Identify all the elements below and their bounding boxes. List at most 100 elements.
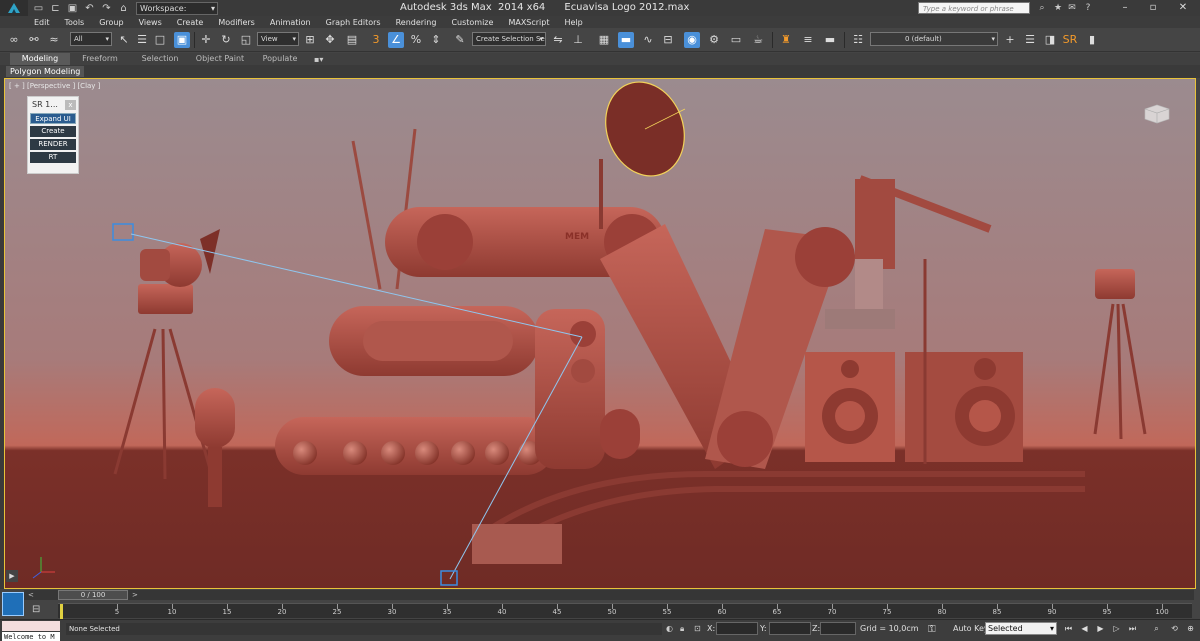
scene-states-icon[interactable]: ♜	[778, 32, 794, 48]
polygon-modeling-panel[interactable]: Polygon Modeling	[6, 66, 85, 77]
menu-modifiers[interactable]: Modifiers	[218, 18, 255, 27]
menu-maxscript[interactable]: MAXScript	[508, 18, 549, 27]
perspective-viewport[interactable]: MEM [+] [Perspective] [Clay]	[4, 78, 1196, 589]
play-animation-icon[interactable]: ▶	[1094, 623, 1107, 635]
current-frame-marker[interactable]	[60, 604, 63, 619]
unlink-icon[interactable]: ⚯	[26, 32, 42, 48]
select-and-rotate-icon[interactable]: ↻	[218, 32, 234, 48]
close-button[interactable]: ✕	[1170, 0, 1196, 16]
project-folder-icon[interactable]: ⌂	[117, 2, 130, 15]
select-object-icon[interactable]: ↖	[116, 32, 132, 48]
select-manipulate-icon[interactable]: ✥	[322, 32, 338, 48]
scene-explorer-icon[interactable]: ≡	[800, 32, 816, 48]
isolate-selection-icon[interactable]: ◐	[666, 624, 673, 633]
window-crossing-icon[interactable]: ▣	[174, 32, 190, 48]
layer-explorer-icon[interactable]: ▦	[596, 32, 612, 48]
material-editor-icon[interactable]: ◉	[684, 32, 700, 48]
new-scene-icon[interactable]: ▭	[32, 2, 45, 15]
rendered-frame-window-icon[interactable]: ▭	[728, 32, 744, 48]
menu-group[interactable]: Group	[99, 18, 123, 27]
snaps-toggle-icon[interactable]: 3	[368, 32, 384, 48]
workspace-dropdown[interactable]: Workspace: Default	[136, 1, 218, 24]
x-coordinate-field[interactable]	[716, 622, 758, 635]
edit-named-selection-icon[interactable]: ✎	[452, 32, 468, 48]
menu-rendering[interactable]: Rendering	[396, 18, 437, 27]
viewport-label[interactable]: [ + ] [Perspective ] [Clay ]	[9, 82, 100, 90]
communication-center-icon[interactable]: ✉	[1066, 2, 1078, 14]
orbit-icon[interactable]: ⟲	[1168, 623, 1181, 635]
undo-icon[interactable]: ↶	[83, 2, 96, 15]
minimize-button[interactable]: –	[1112, 0, 1138, 16]
mini-curve-editor-toggle[interactable]	[2, 592, 24, 616]
angle-snap-icon[interactable]: ∠	[388, 32, 404, 48]
viewport-canvas[interactable]: MEM [+] [Perspective] [Clay]	[5, 79, 1195, 588]
spinner-snap-icon[interactable]: ⇕	[428, 32, 444, 48]
pivot-center-icon[interactable]: ⊞	[302, 32, 318, 48]
tab-modeling[interactable]: Modeling	[10, 53, 70, 65]
select-and-scale-icon[interactable]: ◱	[238, 32, 254, 48]
time-slider-prev-button[interactable]: <	[28, 590, 34, 600]
menu-graph-editors[interactable]: Graph Editors	[326, 18, 381, 27]
sr-button[interactable]: SR	[1062, 32, 1078, 48]
add-to-layer-icon[interactable]: ☰	[1022, 32, 1038, 48]
select-by-name-icon[interactable]: ☰	[134, 32, 150, 48]
schematic-view-icon[interactable]: ⊟	[660, 32, 676, 48]
fridge-render-icon[interactable]: ▮	[1084, 32, 1100, 48]
toggle-ribbon-icon[interactable]: ▬	[618, 32, 634, 48]
time-slider[interactable]: < 0 / 100 >	[24, 590, 1194, 600]
create-button[interactable]: Create	[30, 126, 76, 137]
rt-button[interactable]: RT	[30, 152, 76, 163]
set-key-icon[interactable]: ⚿	[928, 624, 936, 635]
subscription-icon[interactable]: ★	[1052, 2, 1064, 14]
previous-frame-icon[interactable]: ◀	[1078, 623, 1091, 635]
object-display-icon[interactable]: ▬	[822, 32, 838, 48]
menu-edit[interactable]: Edit	[34, 18, 50, 27]
menu-animation[interactable]: Animation	[270, 18, 311, 27]
layer-manager-icon[interactable]: ☷	[850, 32, 866, 48]
tab-object-paint[interactable]: Object Paint	[190, 53, 250, 65]
help-icon[interactable]: ?	[1082, 2, 1094, 14]
y-coordinate-field[interactable]	[769, 622, 811, 635]
curve-editor-icon[interactable]: ∿	[640, 32, 656, 48]
redo-icon[interactable]: ↷	[100, 2, 113, 15]
absolute-mode-icon[interactable]: ⊡	[694, 624, 701, 633]
key-filter-dropdown[interactable]: Selected	[985, 622, 1057, 635]
search-icon[interactable]: ⌕	[1036, 2, 1048, 14]
open-file-icon[interactable]: ⊏	[49, 2, 62, 15]
menu-create[interactable]: Create	[177, 18, 204, 27]
expand-panel-icon[interactable]: ▶	[6, 570, 18, 582]
create-layer-icon[interactable]: +	[1002, 32, 1018, 48]
menu-tools[interactable]: Tools	[65, 18, 85, 27]
named-selection-dropdown[interactable]: Create Selection Se	[472, 32, 546, 46]
maximize-viewport-icon[interactable]: ⊕	[1184, 623, 1197, 635]
link-icon[interactable]: ∞	[6, 32, 22, 48]
maximize-button[interactable]: ▫	[1140, 0, 1166, 16]
go-to-start-icon[interactable]: ⏮	[1062, 623, 1075, 635]
viewcube-icon[interactable]	[1139, 101, 1173, 125]
max-logo-icon[interactable]	[0, 0, 28, 16]
selection-lock-icon[interactable]: 🔒︎	[680, 624, 684, 634]
keyboard-shortcut-override-icon[interactable]: ▤	[344, 32, 360, 48]
z-coordinate-field[interactable]	[820, 622, 856, 635]
menu-views[interactable]: Views	[139, 18, 162, 27]
tab-populate[interactable]: Populate	[250, 53, 310, 65]
mirror-icon[interactable]: ⇋	[550, 32, 566, 48]
select-in-layer-icon[interactable]: ◨	[1042, 32, 1058, 48]
expand-ui-button[interactable]: Expand UI	[30, 113, 76, 124]
render-production-icon[interactable]: ☕	[750, 32, 766, 48]
percent-snap-icon[interactable]: %	[408, 32, 424, 48]
zoom-extents-icon[interactable]: ⌕	[1150, 623, 1163, 635]
go-to-end-icon[interactable]: ⏭	[1126, 623, 1139, 635]
select-and-move-icon[interactable]: ✛	[198, 32, 214, 48]
reference-coordinate-dropdown[interactable]: View	[257, 32, 299, 46]
selection-filter-dropdown[interactable]: All	[70, 32, 112, 46]
time-slider-handle[interactable]: 0 / 100	[58, 590, 128, 600]
ribbon-options-icon[interactable]: ▪▾	[314, 55, 323, 64]
align-icon[interactable]: ⊥	[570, 32, 586, 48]
menu-help[interactable]: Help	[565, 18, 583, 27]
render-button[interactable]: RENDER	[30, 139, 76, 150]
rectangular-selection-icon[interactable]: □	[152, 32, 168, 48]
auto-key-button[interactable]: Auto Key	[953, 624, 989, 633]
tab-selection[interactable]: Selection	[130, 53, 190, 65]
track-bar-icon[interactable]: ⊟	[32, 604, 40, 615]
